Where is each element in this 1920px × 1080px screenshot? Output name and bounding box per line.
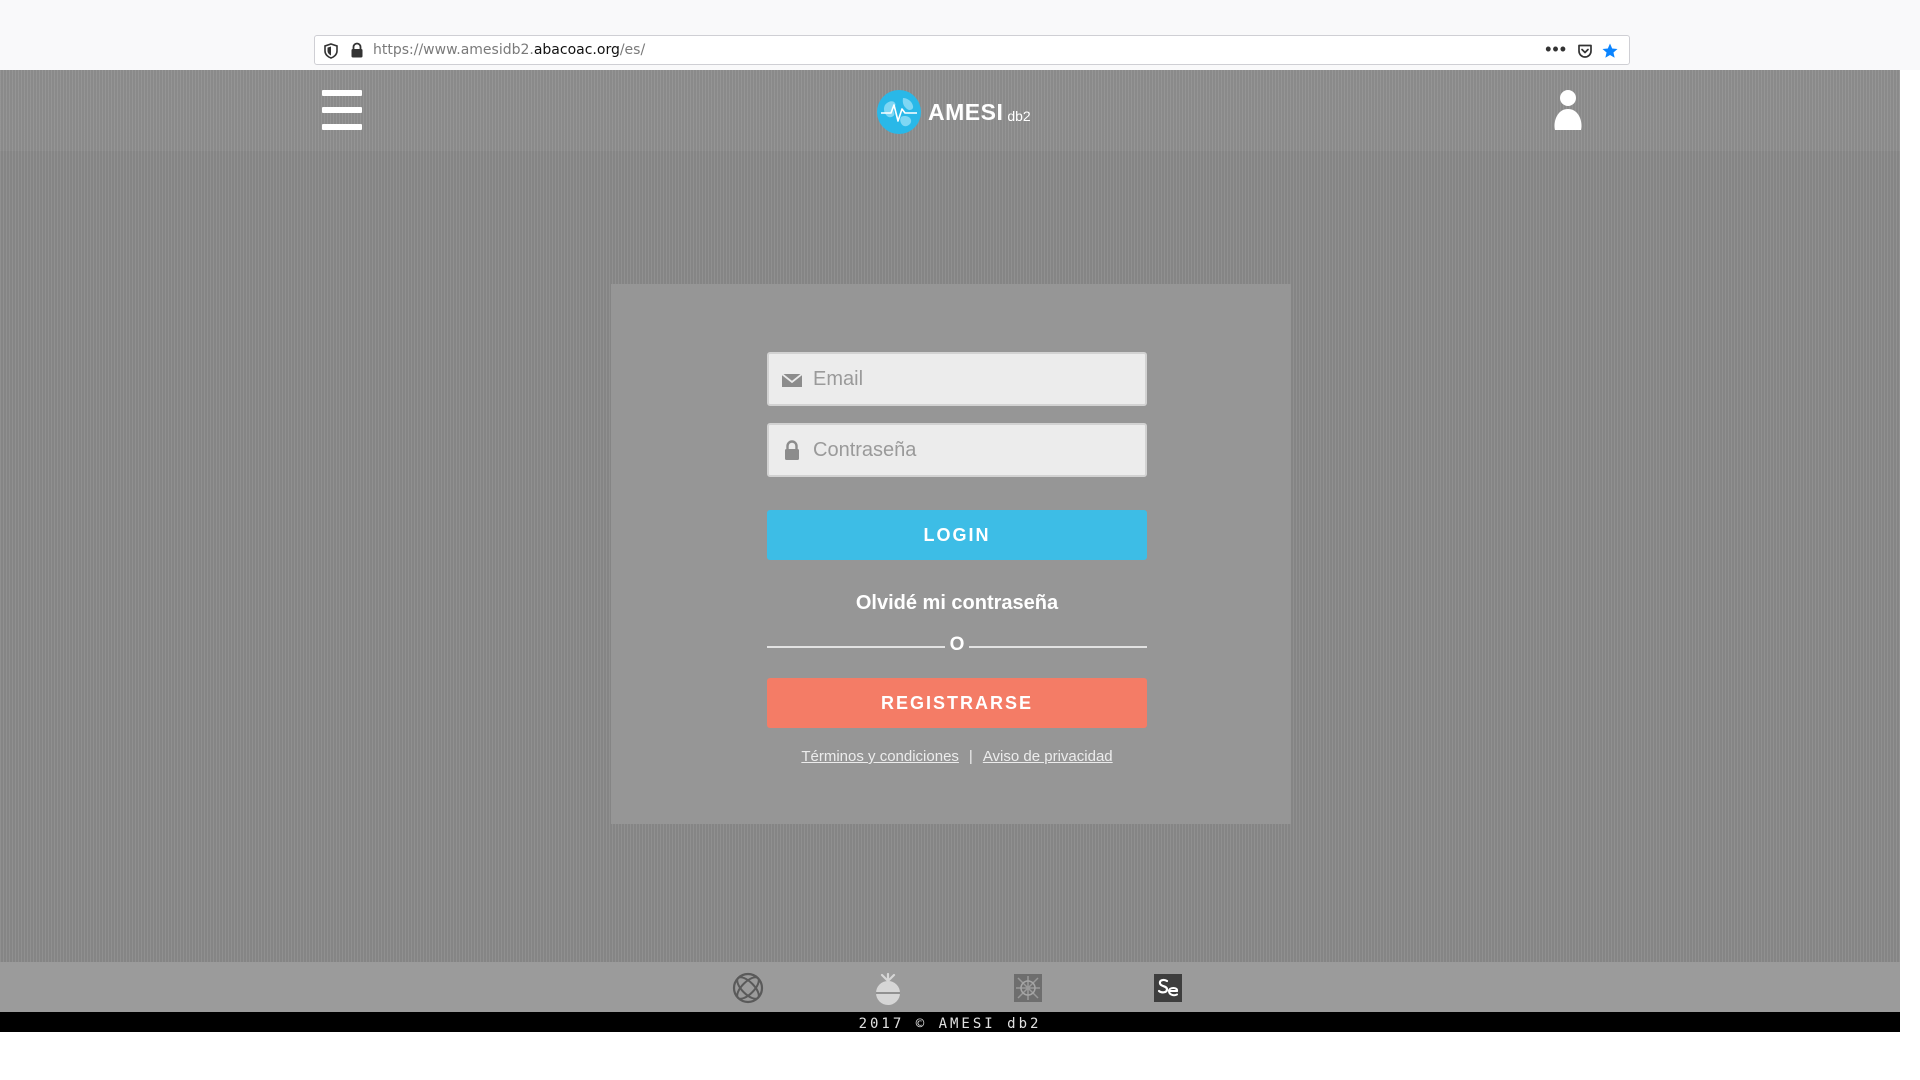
browser-toolbar: https://www.amesidb2.abacoac.org/es/ ••• (0, 0, 1920, 70)
password-field[interactable] (767, 423, 1147, 477)
site-header: AMESI db2 (0, 70, 1900, 151)
hamburger-menu-icon[interactable] (322, 90, 362, 132)
url-host: abacoac.org (533, 42, 620, 58)
brand-name: AMESI (928, 98, 1004, 125)
lock-icon[interactable] (349, 42, 365, 59)
padlock-icon (785, 440, 799, 460)
address-bar[interactable]: https://www.amesidb2.abacoac.org/es/ ••• (314, 35, 1630, 65)
copyright-footer: 2017 © AMESI db2 (0, 1012, 1900, 1032)
url-prefix: https://www.amesidb2. (373, 42, 534, 58)
divider-line-right (969, 646, 1147, 648)
mail-icon (781, 373, 803, 387)
page-actions-menu-icon[interactable]: ••• (1545, 39, 1567, 60)
login-card: LOGIN Olvidé mi contraseña O REGISTRARSE… (611, 284, 1291, 824)
partner-logo-4-icon[interactable] (1150, 970, 1186, 1006)
shield-icon[interactable] (323, 43, 339, 59)
url-text[interactable]: https://www.amesidb2.abacoac.org/es/ (373, 42, 645, 58)
partner-logo-3-icon[interactable] (1010, 970, 1046, 1006)
legal-links: Términos y condiciones | Aviso de privacid… (767, 748, 1147, 765)
or-label: O (949, 634, 965, 655)
bookmark-star-icon[interactable] (1601, 42, 1619, 60)
partner-logo-2-icon[interactable] (870, 970, 906, 1006)
password-input[interactable] (813, 425, 1133, 475)
page-content: AMESI db2 LOGIN Olvidé mi contraseña (0, 70, 1900, 1032)
partner-logos-bar (0, 962, 1900, 1012)
privacy-link[interactable]: Aviso de privacidad (983, 748, 1113, 765)
email-input[interactable] (813, 354, 1133, 404)
brand-suffix: db2 (1007, 108, 1031, 124)
or-divider: O (767, 634, 1147, 656)
partner-logo-1-icon[interactable] (730, 970, 766, 1006)
site-logo[interactable]: AMESI db2 (876, 88, 1031, 136)
globe-logo-icon (877, 90, 921, 134)
terms-link[interactable]: Términos y condiciones (801, 748, 959, 765)
pocket-icon[interactable] (1577, 43, 1593, 59)
legal-separator: | (968, 748, 973, 765)
email-field[interactable] (767, 352, 1147, 406)
forgot-password-link[interactable]: Olvidé mi contraseña (767, 592, 1147, 615)
register-button[interactable]: REGISTRARSE (767, 678, 1147, 728)
user-icon[interactable] (1552, 88, 1584, 132)
url-path: /es/ (619, 42, 646, 58)
login-button[interactable]: LOGIN (767, 510, 1147, 560)
